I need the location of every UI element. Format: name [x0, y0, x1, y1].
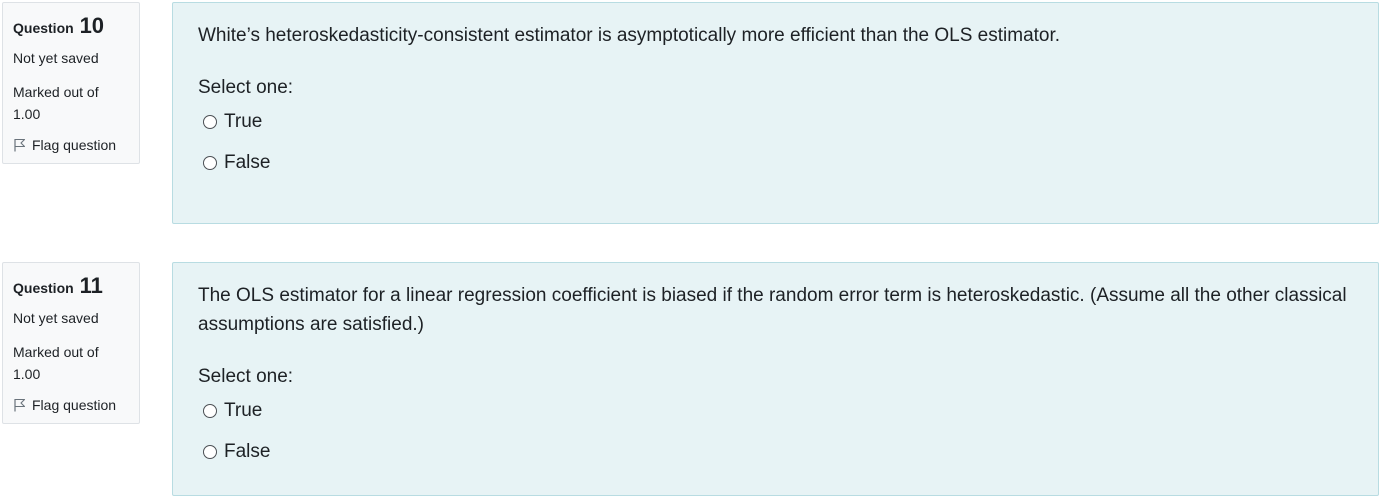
- answer-option-false[interactable]: False: [203, 147, 1353, 179]
- question-state: Not yet saved: [13, 50, 99, 66]
- answer-option-label: True: [224, 400, 263, 421]
- select-one-prompt: Select one:: [198, 77, 294, 98]
- question-text: The OLS estimator for a linear regressio…: [198, 285, 1347, 335]
- answer-option-true[interactable]: True: [203, 106, 1353, 138]
- question-content: White’s heteroskedasticity-consistent es…: [172, 2, 1379, 224]
- answer-options: True False: [198, 106, 1353, 179]
- flag-icon: [13, 138, 26, 152]
- flag-question-button[interactable]: Flag question: [13, 135, 129, 155]
- flag-icon: [13, 398, 26, 412]
- question-label: Question: [13, 20, 74, 36]
- answer-option-false[interactable]: False: [203, 436, 1353, 468]
- question-text: White’s heteroskedasticity-consistent es…: [198, 25, 1061, 46]
- question-number-value: 11: [79, 273, 103, 298]
- question-11: Question 11 Not yet saved Marked out of …: [0, 260, 1382, 498]
- question-number-value: 10: [79, 13, 105, 38]
- select-one-prompt: Select one:: [198, 366, 294, 387]
- answer-option-label: False: [224, 441, 271, 462]
- flag-question-button[interactable]: Flag question: [13, 395, 129, 415]
- radio-unchecked-icon[interactable]: [203, 156, 217, 170]
- question-grade: Marked out of 1.00: [13, 84, 99, 122]
- question-state: Not yet saved: [13, 310, 99, 326]
- radio-unchecked-icon[interactable]: [203, 445, 217, 459]
- radio-unchecked-icon[interactable]: [203, 404, 217, 418]
- question-grade: Marked out of 1.00: [13, 344, 99, 382]
- question-content: The OLS estimator for a linear regressio…: [172, 262, 1379, 496]
- question-label: Question: [13, 280, 74, 296]
- question-10: Question 10 Not yet saved Marked out of …: [0, 0, 1382, 228]
- radio-unchecked-icon[interactable]: [203, 115, 217, 129]
- answer-options: True False: [198, 395, 1353, 468]
- flag-question-label: Flag question: [32, 137, 117, 153]
- answer-option-true[interactable]: True: [203, 395, 1353, 427]
- question-info-panel: Question 11 Not yet saved Marked out of …: [2, 262, 140, 424]
- question-info-panel: Question 10 Not yet saved Marked out of …: [2, 2, 140, 164]
- answer-option-label: False: [224, 152, 271, 173]
- question-number: Question 11: [13, 273, 129, 301]
- flag-question-label: Flag question: [32, 397, 117, 413]
- answer-option-label: True: [224, 111, 263, 132]
- question-number: Question 10: [13, 13, 129, 41]
